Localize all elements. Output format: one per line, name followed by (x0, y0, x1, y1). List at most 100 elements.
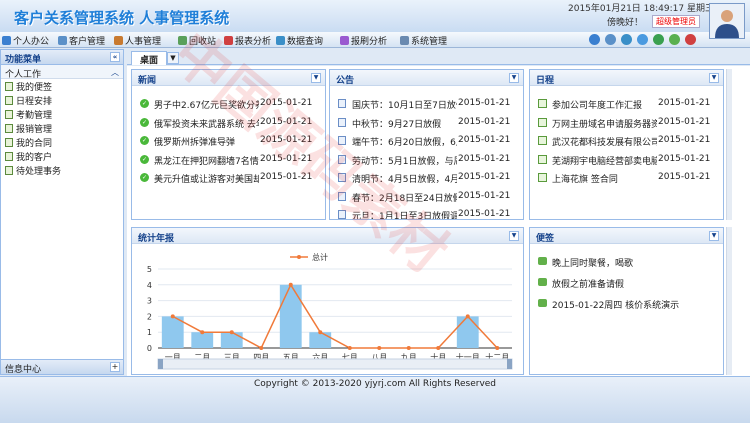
list-item-text[interactable]: 俄罗斯州拆弹准导弹 (154, 135, 259, 148)
expand-icon[interactable]: + (110, 362, 120, 372)
line-point (377, 346, 382, 350)
tab-desktop[interactable]: 桌面 (131, 51, 168, 66)
line-point (495, 346, 500, 350)
check-icon: ✓ (140, 99, 149, 108)
check-icon: ✓ (140, 117, 149, 127)
sidebar-item[interactable]: 报销管理 (1, 121, 123, 135)
panel-header: 便签 ▼ (530, 228, 723, 244)
role-badge[interactable]: 超级管理员 (652, 15, 700, 28)
doc-icon (338, 154, 346, 164)
legend-label: 总计 (312, 252, 328, 262)
menu-item-label: 回收站 (189, 37, 217, 47)
bar (456, 316, 479, 348)
note-icon (5, 109, 13, 119)
toolbar-icons (589, 34, 696, 45)
tag-icon (538, 278, 547, 286)
collapse-icon[interactable]: « (110, 52, 120, 62)
exit-icon[interactable] (685, 34, 696, 45)
list-item-text[interactable]: 清明节：4月5日放假，4月6 (352, 172, 457, 185)
calendar-icon (538, 173, 547, 182)
help-icon[interactable] (637, 34, 648, 45)
memo-item[interactable]: 放假之前准备请假 (552, 277, 717, 290)
sidebar-item-label: 我的客户 (16, 152, 53, 163)
line-point (436, 346, 441, 350)
refresh-icon[interactable] (653, 34, 664, 45)
sidebar-title: 功能菜单 (5, 55, 42, 65)
sidebar-item[interactable]: 考勤管理 (1, 107, 123, 121)
message-icon[interactable] (669, 34, 680, 45)
panel-menu-icon[interactable]: ▼ (311, 73, 321, 83)
note-icon (5, 137, 13, 147)
avatar[interactable] (709, 3, 745, 39)
note-icon (5, 81, 13, 91)
sidebar-group[interactable]: 个人工作 ︿ (1, 65, 123, 80)
menu-item-label: 个人办公 (13, 37, 50, 47)
list-item-text[interactable]: 端午节：6月20日放假，6月 (352, 135, 457, 148)
list-item-text[interactable]: 俄军投资未来武器系统 去年 (154, 117, 259, 130)
sidebar-items: 我的便签 日程安排 考勤管理 报销管理 我的合同我的客户 待处理事务 (1, 79, 123, 177)
panel-menu-icon[interactable]: ▼ (709, 73, 719, 83)
menu-item-3[interactable]: 人事管理 (114, 34, 161, 47)
settings-icon[interactable] (621, 34, 632, 45)
chart-scroll-handle (507, 359, 512, 369)
menu-item-5[interactable]: 报表分析 (224, 34, 271, 47)
sidebar-item[interactable]: 我的合同 (1, 135, 123, 149)
sidebar-item[interactable]: 我的便签 (1, 79, 123, 93)
menu-item-8[interactable]: 系统管理 (400, 34, 447, 47)
lock-icon[interactable] (605, 34, 616, 45)
menu-item-4[interactable]: 回收站 (178, 34, 216, 47)
list-item-text[interactable]: 武汉花都科技发展有限公司签 (552, 135, 657, 148)
tab-menu-icon[interactable]: ▼ (167, 52, 179, 64)
bar (220, 332, 243, 348)
list-item-text[interactable]: 美元升值或让游客对美国却步 (154, 172, 259, 185)
list-item-text[interactable]: 春节：2月18日至24日放假 (352, 191, 457, 204)
memo-item[interactable]: 2015-01-22周四 核价系统演示 (552, 298, 717, 311)
list-item-text[interactable]: 参加公司年度工作汇报 (552, 98, 657, 111)
panel-header: 日程 ▼ (530, 70, 723, 86)
list-item-text[interactable]: 上海花旗 签合同 (552, 172, 657, 185)
panel-menu-icon[interactable]: ▼ (509, 73, 519, 83)
person-icon (2, 36, 11, 45)
list-item-date: 2015-01-21 (260, 98, 313, 108)
panel-title: 便签 (536, 234, 555, 244)
scrollbar[interactable] (726, 69, 732, 220)
check-icon: ✓ (140, 136, 149, 145)
scrollbar[interactable] (726, 227, 732, 375)
list-item-text[interactable]: 黑龙江在押犯网翻墙7名情人 (154, 154, 259, 167)
y-tick-label: 3 (147, 297, 152, 306)
sidebar-item[interactable]: 日程安排 (1, 93, 123, 107)
sidebar-group-label: 个人工作 (5, 70, 42, 80)
sidebar-footer[interactable]: 信息中心 + (1, 359, 123, 375)
sidebar-item[interactable]: 我的客户 (1, 149, 123, 163)
check-icon: ✓ (140, 173, 149, 182)
list-item-text[interactable]: 元旦：1月1日至3日放假调 (352, 209, 457, 219)
list-item-date: 2015-01-21 (658, 135, 711, 145)
list-item-date: 2015-01-21 (458, 153, 511, 164)
panel-menu-icon[interactable]: ▼ (709, 231, 719, 241)
menu-item-label: 系统管理 (411, 37, 448, 47)
query-icon (276, 36, 285, 45)
home-icon[interactable] (589, 34, 600, 45)
date-time: 2015年01月21日 18:49:17 星期三 (568, 4, 714, 14)
list-item-text[interactable]: 芜湖翔宇电脑经营部卖电脑 (552, 154, 657, 167)
menu-item-2[interactable]: 客户管理 (58, 34, 105, 47)
list-item-text[interactable]: 劳动节：5月1日放假，与周 (352, 154, 457, 167)
menu-item-label: 人事管理 (125, 37, 162, 47)
note-icon (5, 123, 13, 133)
sidebar-item[interactable]: 待处理事务 (1, 163, 123, 177)
doc-icon (338, 210, 346, 219)
memo-item[interactable]: 晚上同时聚餐，喝歌 (552, 256, 717, 269)
menu-item-1[interactable]: 个人办公 (2, 34, 49, 47)
desktop-content: 新闻 ▼ ✓ 男子中2.67亿元巨奖欲分养 2015-01-21 ✓ 俄军投资未来武器系统… (127, 66, 750, 376)
menu-item-6[interactable]: 数据查询 (276, 34, 323, 47)
list-item-text[interactable]: 万网主册域名申请服务器资源 (552, 117, 657, 130)
list-item-text[interactable]: 国庆节：10月1日至7日放假 (352, 98, 457, 111)
schedule-panel: 日程▼ 参加公司年度工作汇报2015-01-21万网主册域名申请服务器资源201… (529, 69, 724, 220)
list-item-text[interactable]: 中秋节：9月27日放假 (352, 117, 457, 130)
menu-item-7[interactable]: 报刷分析 (340, 34, 387, 47)
list-item-date: 2015-01-21 (260, 135, 313, 145)
panel-menu-icon[interactable]: ▼ (509, 231, 519, 241)
chevron-up-icon[interactable]: ︿ (111, 67, 119, 78)
list-item-text[interactable]: 男子中2.67亿元巨奖欲分养 (154, 98, 259, 111)
list-item-date: 2015-01-21 (260, 172, 313, 182)
